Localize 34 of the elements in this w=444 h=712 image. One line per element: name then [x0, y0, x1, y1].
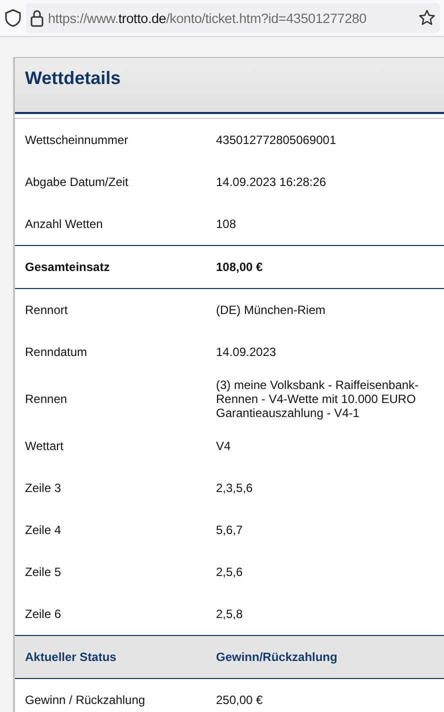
row-label: Zeile 3: [24, 481, 62, 495]
lock-icon[interactable]: [30, 9, 44, 27]
row-label: Zeile 4: [24, 523, 62, 537]
row-value: (DE) München-Riem: [216, 303, 326, 317]
row-value: 108,00 €: [216, 260, 264, 274]
url-text: https://www.trotto.de/konto/ticket.htm?id=43501277280: [48, 10, 368, 26]
row-value: 108: [216, 217, 238, 231]
row-value: 2,3,5,6: [216, 481, 254, 495]
row-value: 250,00 €: [216, 693, 264, 707]
row-label: Zeile 5: [24, 565, 62, 579]
row-value: 14.09.2023: [216, 345, 278, 359]
row-value: 2,5,8: [216, 607, 244, 621]
panel-title: Wettdetails: [25, 68, 122, 89]
row-label: Anzahl Wetten: [24, 217, 104, 231]
row-value: 2,5,6: [216, 565, 244, 579]
row-label: Abgabe Datum/Zeit: [24, 175, 130, 189]
row-label: Rennen: [24, 392, 68, 406]
row-value: (3) meine Volksbank - Raiffeisenbank-Rennen - V4-Wette mit 10.000 EURO Garantieauszahlung - V4-1: [216, 378, 420, 420]
row-label: Rennort: [24, 303, 69, 317]
row-label: Aktueller Status: [24, 650, 118, 664]
shield-icon[interactable]: [4, 8, 22, 28]
address-bar[interactable]: https://www.trotto.de/konto/ticket.htm?id=43501277280: [26, 3, 440, 33]
row-label: Renndatum: [24, 345, 88, 359]
star-icon[interactable]: [418, 9, 436, 27]
row-value: Gewinn/Rückzahlung: [216, 650, 338, 664]
row-value: 14.09.2023 16:28:26: [216, 175, 328, 189]
row-value: V4: [216, 439, 232, 453]
row-label: Wettart: [24, 439, 64, 453]
row-label: Wettscheinnummer: [24, 133, 130, 147]
row-label: Gewinn / Rückzahlung: [24, 693, 146, 707]
row-value: 5,6,7: [216, 523, 244, 537]
row-label: Gesamteinsatz: [24, 260, 111, 274]
row-value: 435012772805069001: [216, 133, 338, 147]
row-label: Zeile 6: [24, 607, 62, 621]
